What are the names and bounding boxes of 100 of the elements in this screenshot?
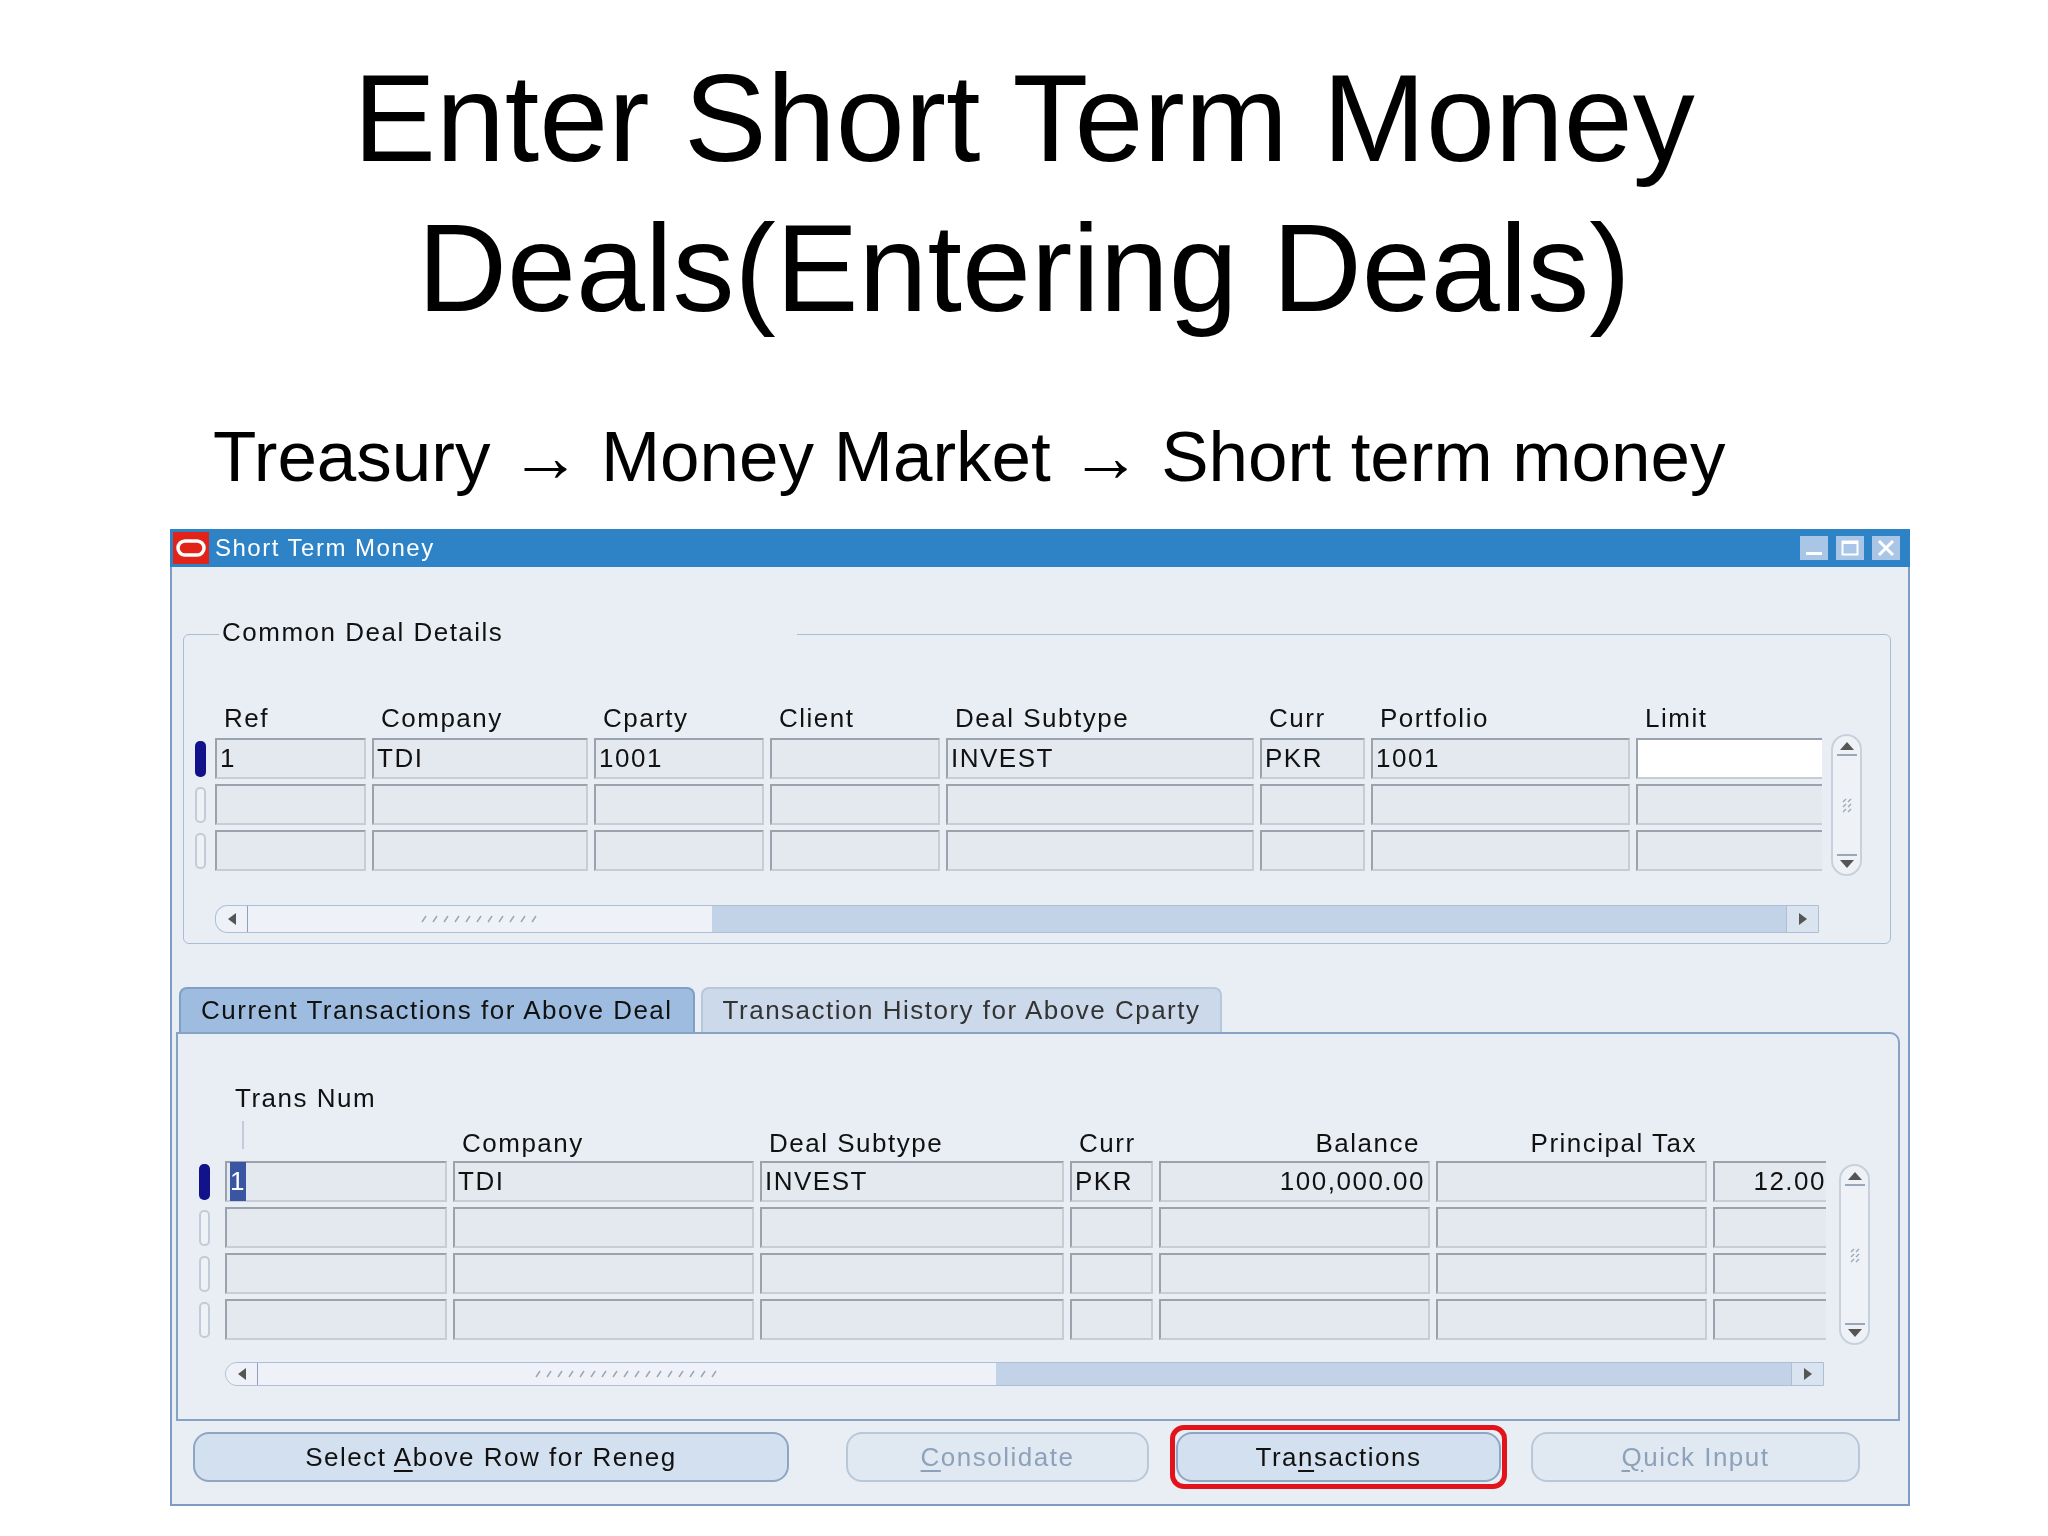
transactions-button[interactable]: Transactions — [1176, 1432, 1501, 1482]
grid-field[interactable] — [770, 830, 940, 871]
grid-field[interactable] — [946, 830, 1254, 871]
grid-field[interactable] — [1713, 1207, 1826, 1248]
grid-field[interactable] — [594, 830, 764, 871]
grid-field[interactable] — [1159, 1299, 1430, 1340]
column-header: Company — [381, 703, 503, 733]
grid-field[interactable] — [760, 1253, 1064, 1294]
grid-field[interactable] — [1436, 1253, 1707, 1294]
left-arrow-icon — [237, 1368, 246, 1380]
grid-field[interactable] — [770, 738, 940, 779]
column-header: Limit — [1645, 703, 1708, 733]
grid-field[interactable] — [225, 1253, 447, 1294]
grid-field[interactable] — [1713, 1253, 1826, 1294]
vertical-scrollbar[interactable] — [1831, 734, 1862, 876]
grid-field[interactable] — [1636, 738, 1822, 779]
close-icon[interactable] — [1872, 536, 1900, 560]
row-indicator[interactable] — [199, 1163, 210, 1200]
tab[interactable]: Transaction History for Above Cparty — [700, 987, 1223, 1032]
grid-field[interactable] — [1636, 830, 1822, 871]
up-arrow-icon[interactable] — [1844, 1172, 1865, 1186]
grip-icon — [1841, 797, 1852, 813]
down-arrow-icon[interactable] — [1836, 854, 1857, 868]
grid-field[interactable] — [453, 1207, 754, 1248]
down-arrow-icon[interactable] — [1844, 1323, 1865, 1337]
grid-field[interactable] — [215, 830, 366, 871]
grid-field[interactable] — [1070, 1299, 1153, 1340]
oval-logo-icon — [173, 532, 209, 564]
scroll-left-button[interactable] — [216, 906, 248, 932]
grid-field[interactable]: INVEST — [946, 738, 1254, 779]
column-header: Ref — [224, 703, 269, 733]
column-header: Deal Subtype — [955, 703, 1130, 733]
right-arrow-icon — [1803, 1368, 1812, 1380]
grid-field[interactable] — [1371, 830, 1630, 871]
grid-field[interactable] — [1436, 1299, 1707, 1340]
grid-field[interactable]: TDI — [453, 1161, 754, 1202]
grid-field[interactable]: 1001 — [1371, 738, 1630, 779]
grid-field[interactable] — [1070, 1253, 1153, 1294]
row-indicator[interactable] — [195, 740, 206, 777]
column-header: Client — [779, 703, 855, 733]
horizontal-scrollbar[interactable] — [215, 905, 1819, 933]
grid-field[interactable]: 1001 — [594, 738, 764, 779]
scroll-left-button[interactable] — [226, 1363, 258, 1385]
grid-field[interactable]: TDI — [372, 738, 588, 779]
scroll-right-button[interactable] — [1786, 906, 1818, 932]
column-header: Company — [462, 1128, 584, 1158]
maximize-icon[interactable] — [1836, 536, 1864, 560]
group-title: Common Deal Details — [222, 617, 504, 647]
grid-field[interactable] — [1260, 784, 1365, 825]
column-header: Principal Tax — [1530, 1128, 1697, 1158]
window-title: Short Term Money — [215, 533, 435, 563]
column-header: Cparty — [603, 703, 689, 733]
grid-field[interactable]: 1 — [225, 1161, 447, 1202]
vertical-scrollbar[interactable] — [1839, 1164, 1870, 1345]
grid-field[interactable]: 1 — [215, 738, 366, 779]
minimize-icon[interactable] — [1800, 536, 1828, 560]
grid-field[interactable] — [453, 1299, 754, 1340]
scrollbar-thumb[interactable] — [248, 906, 712, 932]
column-header: Deal Subtype — [769, 1128, 944, 1158]
column-header: Curr — [1269, 703, 1326, 733]
up-arrow-icon[interactable] — [1836, 742, 1857, 756]
grid-field[interactable] — [372, 830, 588, 871]
left-arrow-icon — [227, 913, 236, 925]
column-header: Balance — [1315, 1128, 1420, 1158]
grid-field[interactable] — [453, 1253, 754, 1294]
horizontal-scrollbar[interactable] — [225, 1362, 1824, 1386]
grid-field[interactable] — [1636, 784, 1822, 825]
right-arrow-icon — [1798, 913, 1807, 925]
grid-field[interactable]: 12.00 — [1713, 1161, 1826, 1202]
scrollbar-thumb[interactable] — [258, 1363, 996, 1385]
grid-field[interactable]: PKR — [1070, 1161, 1153, 1202]
grip-icon — [1849, 1246, 1860, 1263]
grid-field[interactable] — [1260, 830, 1365, 871]
grid-field[interactable] — [594, 784, 764, 825]
scroll-right-button[interactable] — [1791, 1363, 1823, 1385]
grid-field[interactable] — [1436, 1207, 1707, 1248]
grid-field[interactable]: INVEST — [760, 1161, 1064, 1202]
grid-field[interactable] — [1159, 1253, 1430, 1294]
grid-field[interactable] — [1159, 1207, 1430, 1248]
navigation-path: Treasury → Money Market → Short term money — [213, 416, 1726, 498]
grid-field[interactable] — [215, 784, 366, 825]
grid-field[interactable] — [225, 1207, 447, 1248]
grid-field[interactable]: PKR — [1260, 738, 1365, 779]
column-header: Curr — [1079, 1128, 1136, 1158]
slide-title: Enter Short Term Money Deals(Entering Deals) — [352, 48, 1696, 339]
grid-field[interactable] — [1713, 1299, 1826, 1340]
column-header: Portfolio — [1380, 703, 1489, 733]
grid-field[interactable] — [1371, 784, 1630, 825]
grid-field[interactable] — [225, 1299, 447, 1340]
column-header: Trans Num — [235, 1083, 377, 1113]
grid-field[interactable] — [760, 1299, 1064, 1340]
grid-field[interactable] — [946, 784, 1254, 825]
grid-field[interactable]: 100,000.00 — [1159, 1161, 1430, 1202]
grid-field[interactable] — [770, 784, 940, 825]
grid-field[interactable] — [1436, 1161, 1707, 1202]
grid-field[interactable] — [1070, 1207, 1153, 1248]
tab[interactable]: Current Transactions for Above Deal — [179, 987, 695, 1032]
grid-field[interactable] — [372, 784, 588, 825]
grid-field[interactable] — [760, 1207, 1064, 1248]
select-row-button[interactable]: Select Above Row for Reneg — [193, 1432, 789, 1482]
